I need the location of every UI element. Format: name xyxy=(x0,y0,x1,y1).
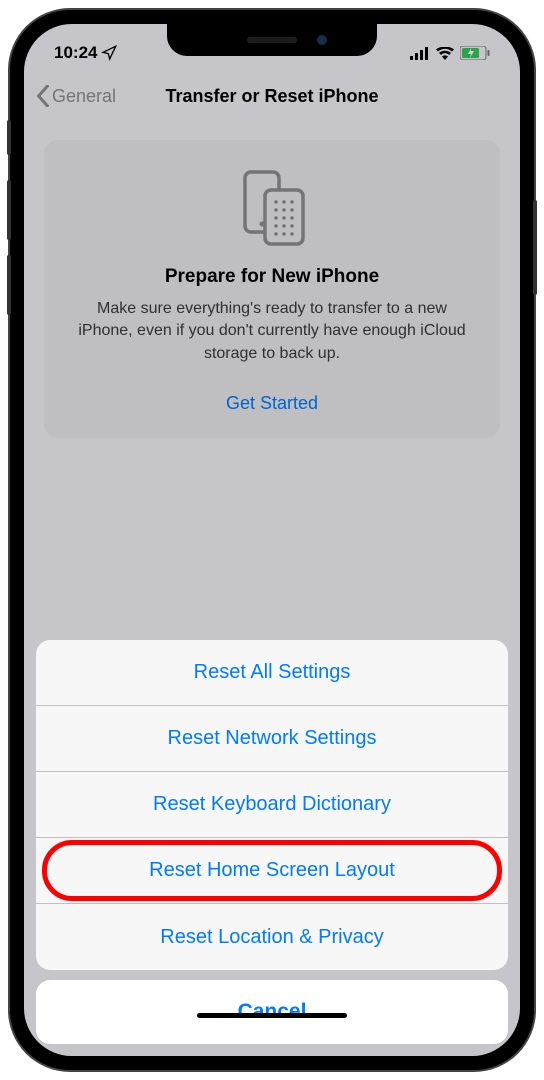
reset-home-screen-layout[interactable]: Reset Home Screen Layout xyxy=(36,838,508,904)
reset-all-settings[interactable]: Reset All Settings xyxy=(36,640,508,706)
reset-options-group: Reset All Settings Reset Network Setting… xyxy=(36,640,508,970)
reset-keyboard-dictionary[interactable]: Reset Keyboard Dictionary xyxy=(36,772,508,838)
reset-network-settings[interactable]: Reset Network Settings xyxy=(36,706,508,772)
home-indicator[interactable] xyxy=(197,1013,347,1018)
reset-location-privacy[interactable]: Reset Location & Privacy xyxy=(36,904,508,970)
action-sheet: Reset All Settings Reset Network Setting… xyxy=(24,640,520,1056)
cancel-button[interactable]: Cancel xyxy=(36,980,508,1044)
